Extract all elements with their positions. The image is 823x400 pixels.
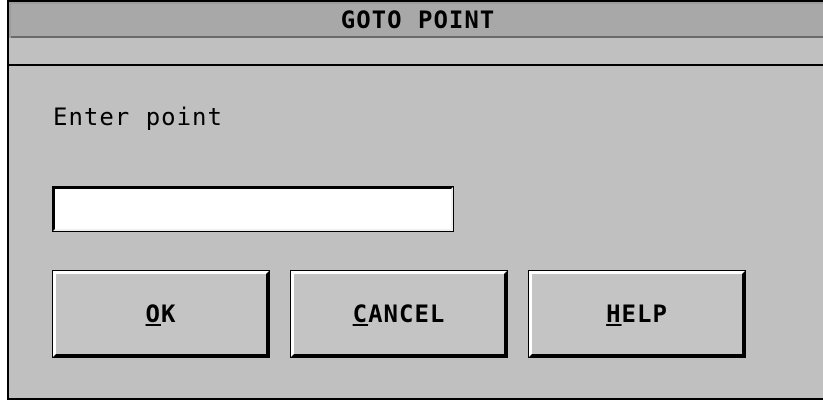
titlebar-lower-band	[9, 38, 823, 64]
cancel-label-rest: ANCEL	[368, 300, 446, 328]
titlebar-band: GOTO POINT	[11, 4, 823, 38]
cancel-button[interactable]: C ANCEL	[290, 270, 508, 358]
help-label-rest: ELP	[621, 300, 668, 328]
dialog-titlebar[interactable]: GOTO POINT	[9, 2, 823, 66]
point-input[interactable]	[52, 186, 454, 232]
cancel-mnemonic: C	[352, 300, 369, 328]
help-mnemonic: H	[606, 300, 622, 328]
help-button[interactable]: H ELP	[528, 270, 746, 358]
enter-point-label: Enter point	[53, 103, 223, 131]
ok-label-rest: K	[161, 300, 177, 328]
dialog-title: GOTO POINT	[340, 6, 496, 34]
ok-button[interactable]: OK	[52, 270, 270, 358]
ok-mnemonic: O	[145, 300, 161, 328]
goto-point-dialog: GOTO POINT Enter point OK C ANCEL H ELP	[7, 0, 823, 400]
